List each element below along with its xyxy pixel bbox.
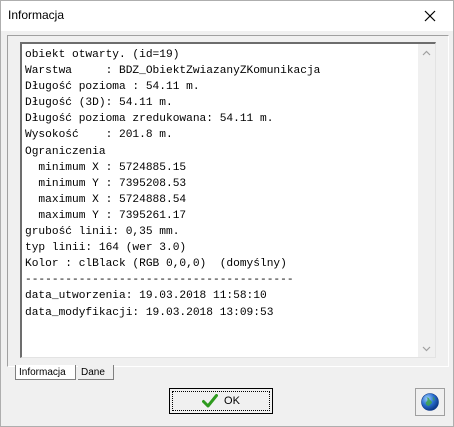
close-button[interactable] (407, 1, 453, 31)
globe-icon (421, 393, 439, 411)
ok-button-label: OK (224, 395, 240, 407)
checkmark-icon (202, 394, 219, 408)
scroll-up-arrow-icon (422, 50, 431, 55)
tab-informacja[interactable]: Informacja (15, 365, 76, 380)
info-memo[interactable]: obiekt otwarty. (id=19) Warstwa : BDZ_Ob… (20, 42, 436, 358)
ok-button[interactable]: OK (169, 388, 273, 414)
scroll-down-arrow-icon (422, 346, 431, 351)
ok-button-focus: OK (172, 391, 270, 411)
vertical-scrollbar[interactable] (418, 44, 435, 357)
info-dialog: Informacja obiekt otwarty. (id=19) Warst… (0, 0, 454, 427)
tab-page-informacja: obiekt otwarty. (id=19) Warstwa : BDZ_Ob… (7, 35, 449, 367)
window-title: Informacja (8, 8, 65, 22)
scroll-up-button[interactable] (418, 44, 435, 61)
tab-dane[interactable]: Dane (78, 365, 114, 380)
scroll-down-button[interactable] (418, 340, 435, 357)
title-bar: Informacja (1, 1, 453, 31)
globe-button[interactable] (415, 388, 445, 416)
close-icon (424, 10, 436, 22)
info-memo-text: obiekt otwarty. (id=19) Warstwa : BDZ_Ob… (25, 49, 321, 319)
